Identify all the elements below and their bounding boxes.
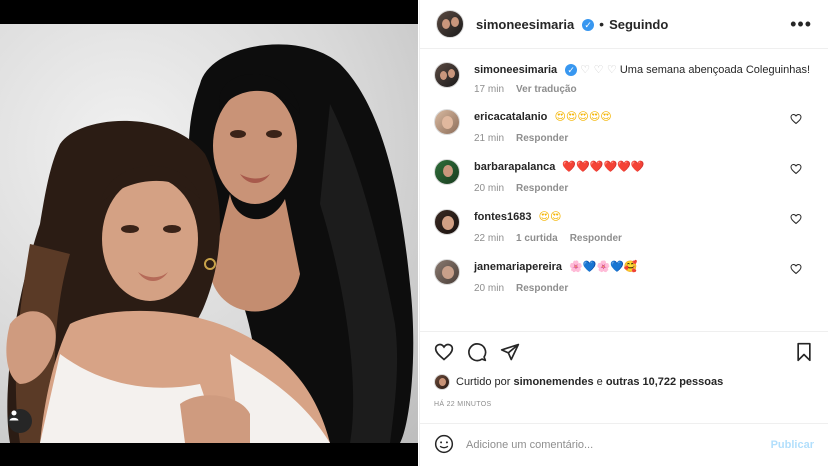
comments-list: simoneesimaria ✓ ♡ ♡ ♡ Uma semana abençoa… bbox=[420, 50, 828, 331]
comment-username[interactable]: janemariapereira bbox=[474, 261, 562, 273]
heart-icon[interactable] bbox=[432, 340, 456, 364]
caption-text: Uma semana abençoada Coleguinhas! bbox=[619, 64, 811, 76]
comment-username[interactable]: fontes1683 bbox=[474, 211, 531, 223]
share-icon[interactable] bbox=[498, 340, 522, 364]
emoji-icon[interactable] bbox=[434, 434, 454, 457]
caption-hearts: ♡ ♡ ♡ bbox=[580, 63, 617, 76]
liked-by: Curtido por simonemendes e outras 10,722… bbox=[434, 374, 723, 390]
comment-text: 😍😍😍😍😍 bbox=[554, 110, 612, 123]
post-author: simoneesimaria ✓ bbox=[476, 16, 595, 32]
comment-item: barbarapalanca ❤️❤️❤️❤️❤️❤️ 20 min Respo… bbox=[434, 159, 812, 194]
bookmark-icon[interactable] bbox=[792, 340, 816, 364]
author-username[interactable]: simoneesimaria bbox=[476, 17, 574, 32]
avatar[interactable] bbox=[434, 62, 460, 88]
comment-text: 🌸💙🌸💙🥰 bbox=[569, 260, 638, 273]
reply-button[interactable]: Responder bbox=[516, 133, 568, 144]
user-tag-icon[interactable] bbox=[8, 409, 32, 433]
comment-icon[interactable] bbox=[465, 340, 489, 364]
comment-like-heart-icon[interactable] bbox=[790, 263, 802, 275]
comment-time[interactable]: 21 min bbox=[474, 133, 504, 144]
liked-by-prefix: Curtido por bbox=[456, 376, 511, 388]
action-bar bbox=[420, 331, 828, 371]
post-panel: simoneesimaria ✓ • Seguindo ••• simonees… bbox=[419, 0, 828, 466]
comment-time[interactable]: 22 min bbox=[474, 233, 504, 244]
likes-count[interactable]: outras 10,722 pessoas bbox=[606, 376, 723, 388]
verified-badge-icon: ✓ bbox=[565, 64, 578, 77]
avatar[interactable] bbox=[434, 374, 450, 390]
post-photo[interactable] bbox=[0, 24, 418, 443]
reply-button[interactable]: Responder bbox=[516, 283, 568, 294]
liked-by-connector: e bbox=[596, 376, 603, 388]
avatar[interactable] bbox=[434, 109, 460, 135]
liked-by-user[interactable]: simonemendes bbox=[513, 376, 593, 388]
post-header: simoneesimaria ✓ • Seguindo ••• bbox=[420, 0, 828, 49]
comment-item: fontes1683 😍😍 22 min 1 curtida Responder bbox=[434, 209, 812, 244]
comment-username[interactable]: ericacatalanio bbox=[474, 111, 547, 123]
comment-item: ericacatalanio 😍😍😍😍😍 21 min Responder bbox=[434, 109, 812, 144]
caption-time[interactable]: 17 min bbox=[474, 84, 504, 95]
publish-button[interactable]: Publicar bbox=[771, 439, 814, 451]
verified-badge-icon: ✓ bbox=[582, 19, 595, 32]
post-media[interactable] bbox=[0, 0, 418, 466]
reply-button[interactable]: Responder bbox=[516, 183, 568, 194]
add-comment-bar: Publicar bbox=[420, 423, 828, 466]
comment-like-heart-icon[interactable] bbox=[790, 213, 802, 225]
post-timestamp[interactable]: HÁ 22 MINUTOS bbox=[434, 401, 491, 408]
following-button[interactable]: Seguindo bbox=[609, 17, 668, 32]
caption: simoneesimaria ✓ ♡ ♡ ♡ Uma semana abençoa… bbox=[434, 62, 812, 95]
comment-time[interactable]: 20 min bbox=[474, 283, 504, 294]
avatar[interactable] bbox=[434, 259, 460, 285]
caption-username[interactable]: simoneesimaria bbox=[474, 64, 557, 76]
comment-text: 😍😍 bbox=[538, 210, 562, 223]
avatar[interactable] bbox=[434, 209, 460, 235]
comment-like-heart-icon[interactable] bbox=[790, 163, 802, 175]
separator-dot: • bbox=[599, 16, 605, 32]
avatar[interactable] bbox=[434, 159, 460, 185]
comment-item: janemariapereira 🌸💙🌸💙🥰 20 min Responder bbox=[434, 259, 812, 294]
comment-input[interactable] bbox=[466, 439, 771, 451]
photo-illustration bbox=[6, 44, 414, 443]
comment-username[interactable]: barbarapalanca bbox=[474, 161, 555, 173]
reply-button[interactable]: Responder bbox=[570, 233, 622, 244]
comment-text: ❤️❤️❤️❤️❤️❤️ bbox=[562, 160, 645, 173]
comment-like-heart-icon[interactable] bbox=[790, 113, 802, 125]
comment-likes-count[interactable]: 1 curtida bbox=[516, 233, 558, 244]
more-options-icon[interactable]: ••• bbox=[790, 15, 812, 33]
comment-time[interactable]: 20 min bbox=[474, 183, 504, 194]
avatar[interactable] bbox=[436, 10, 464, 38]
see-translation-button[interactable]: Ver tradução bbox=[516, 84, 577, 95]
